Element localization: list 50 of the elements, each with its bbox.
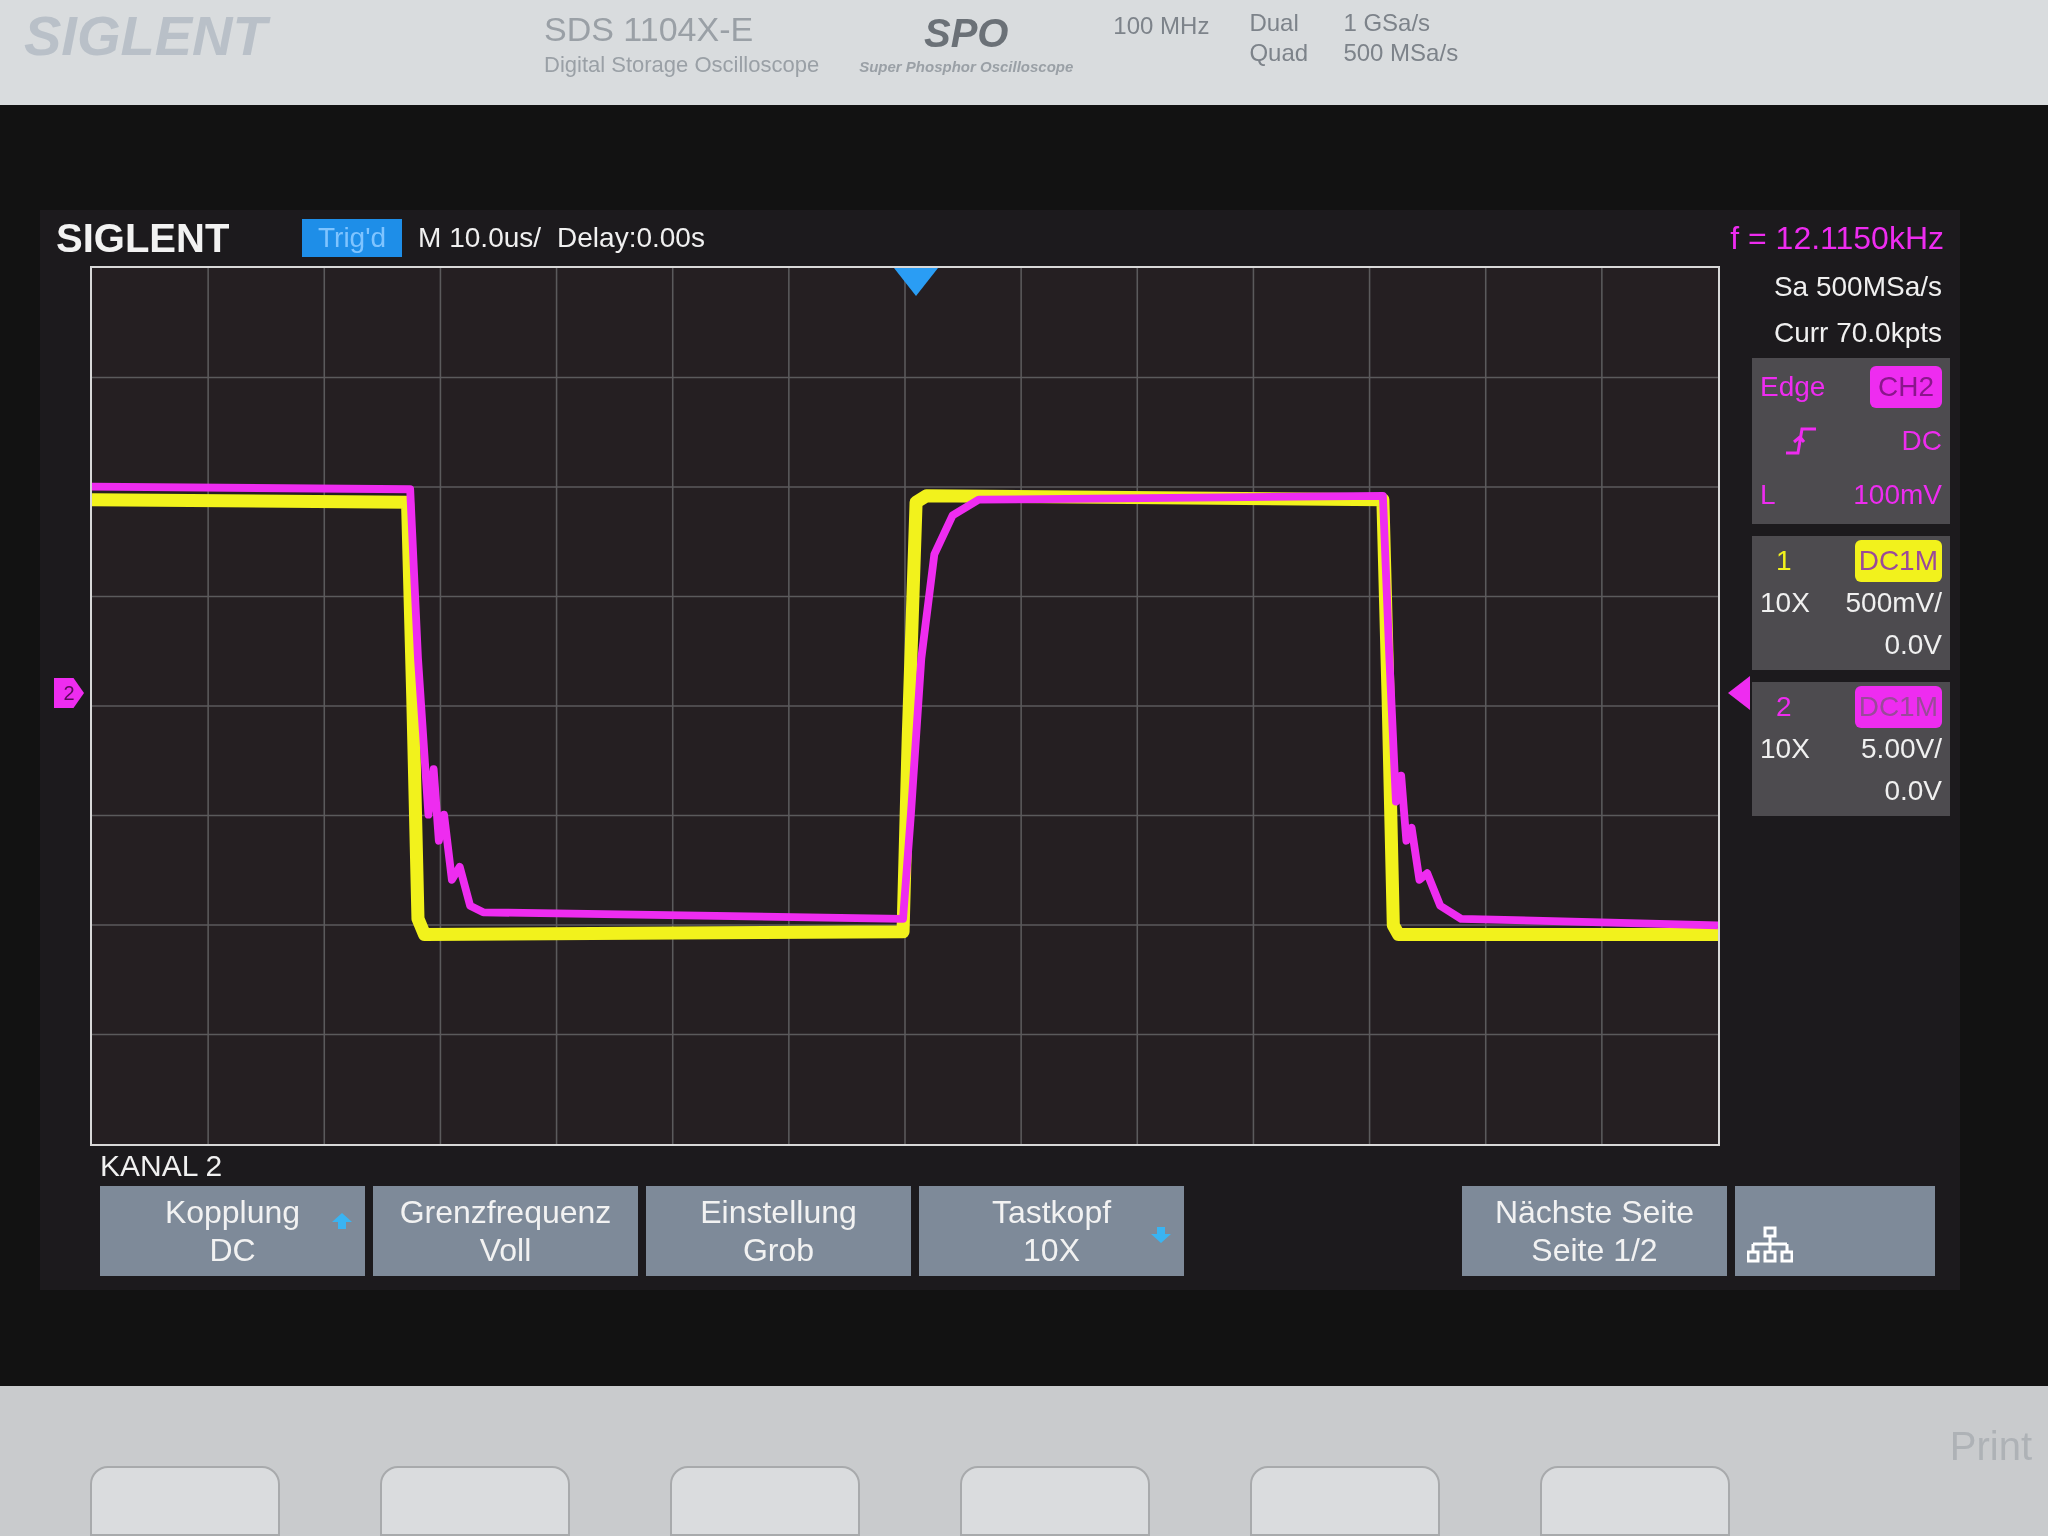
hardware-key[interactable]: [960, 1466, 1150, 1536]
down-arrow-icon: [1150, 1226, 1172, 1244]
sample-rate-label: 500 MSa/s: [1343, 38, 1459, 68]
series-logo: SPO: [924, 10, 1009, 57]
vertical-offset-text: 0.0V: [1883, 628, 1942, 662]
menu-title: KANAL 2: [99, 1148, 224, 1184]
vertical-scale-text: 5.00V/: [1861, 732, 1942, 766]
trigger-coupling-text: DC: [1901, 424, 1942, 458]
bandwidth-label: 100 MHz: [1113, 11, 1210, 41]
memory-depth-readout: Curr 70.0kpts: [1772, 316, 1943, 350]
hardware-key[interactable]: [670, 1466, 860, 1536]
frequency-readout: f = 12.1150kHz: [1730, 219, 1944, 258]
description-label: Digital Storage Oscilloscope: [544, 50, 820, 78]
channel-mode-label: Dual: [1249, 8, 1300, 38]
brand-logo: SIGLENT: [56, 218, 231, 258]
channel-number: 2: [1775, 690, 1793, 724]
trigger-position-icon: [894, 268, 938, 296]
sample-rate-readout: Sa 500MSa/s: [1772, 270, 1943, 304]
channel-coupling-badge: DC1M: [1854, 686, 1942, 728]
trigger-level-icon: [1728, 676, 1750, 710]
rising-edge-icon: [1784, 426, 1818, 456]
up-arrow-icon: [331, 1212, 353, 1230]
timebase-text: M 10.0us/: [418, 221, 542, 255]
trigger-status-badge: Trig'd: [302, 219, 403, 257]
hardware-key[interactable]: [90, 1466, 280, 1536]
trigger-type-text: Edge: [1760, 370, 1826, 404]
softkey-button[interactable]: Grenzfrequenz Voll: [373, 1186, 638, 1276]
trigger-level-text: 100mV: [1853, 478, 1942, 512]
channel-mode-label: Quad: [1249, 38, 1310, 68]
vertical-offset-text: 0.0V: [1883, 774, 1942, 808]
softkey-button[interactable]: Tastkopf 10X: [919, 1186, 1184, 1276]
probe-ratio-text: 10X: [1760, 586, 1810, 620]
network-icon: [1747, 1226, 1793, 1264]
channel-number: 1: [1775, 544, 1793, 578]
sample-rate-label: 1 GSa/s: [1343, 8, 1431, 38]
vertical-scale-text: 500mV/: [1845, 586, 1942, 620]
series-name: Super Phosphor Oscilloscope: [859, 58, 1074, 77]
hardware-key[interactable]: [1250, 1466, 1440, 1536]
softkey-button[interactable]: Kopplung DC: [100, 1186, 365, 1276]
hardware-key[interactable]: [1540, 1466, 1730, 1536]
channel-position-marker: 2: [54, 678, 84, 708]
softkey-button[interactable]: Nächste Seite Seite 1/2: [1462, 1186, 1727, 1276]
probe-ratio-text: 10X: [1760, 732, 1810, 766]
trigger-source-badge: CH2: [1870, 366, 1942, 408]
model-label: SDS 1104X-E: [544, 9, 755, 50]
softkey-button[interactable]: Einstellung Grob: [646, 1186, 911, 1276]
channel-coupling-badge: DC1M: [1854, 540, 1942, 582]
delay-text: Delay:0.00s: [557, 221, 705, 255]
trigger-level-label: L: [1760, 478, 1776, 512]
hardware-key[interactable]: [380, 1466, 570, 1536]
